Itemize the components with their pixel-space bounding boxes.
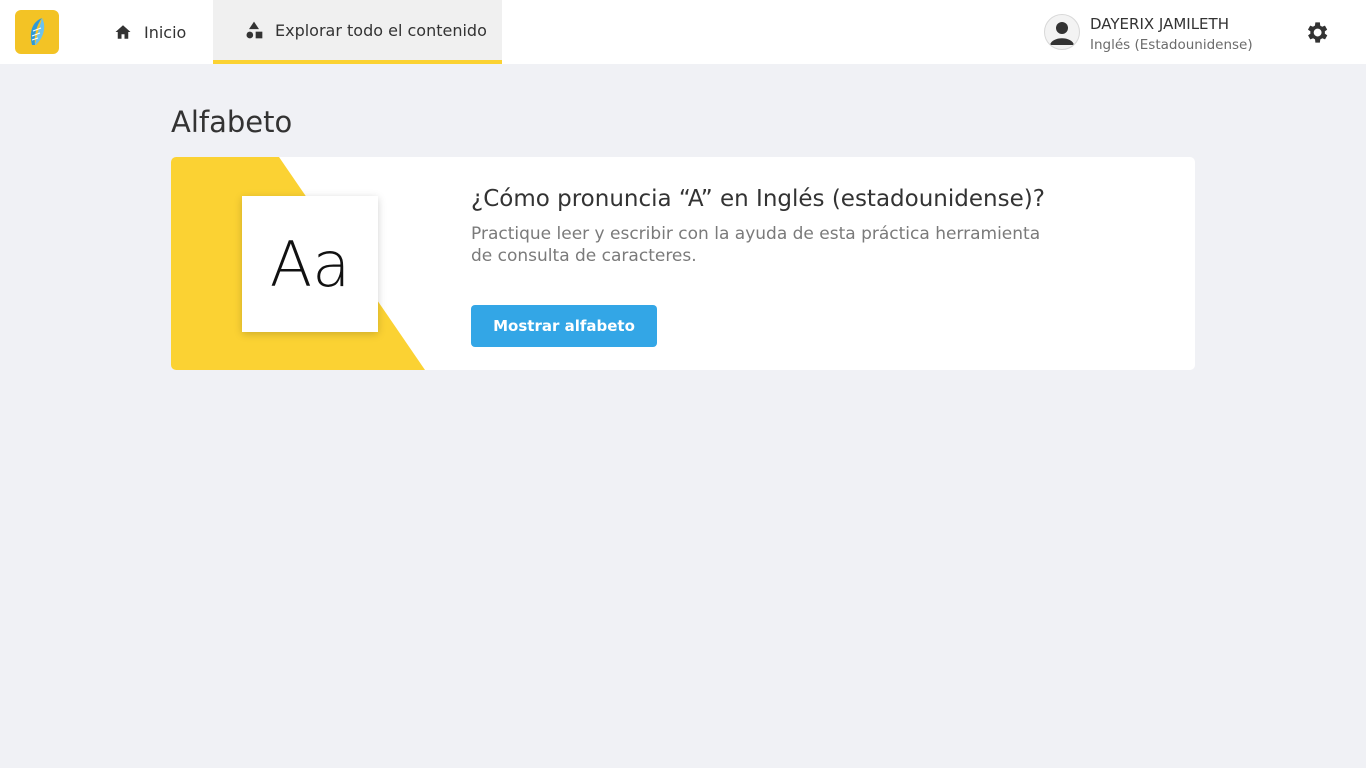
nav-item-inicio[interactable]: Inicio bbox=[95, 0, 213, 64]
feather-logo-icon bbox=[30, 18, 45, 45]
user-icon bbox=[1050, 22, 1074, 45]
app-logo[interactable] bbox=[15, 10, 59, 54]
alphabet-card: Aa ¿Cómo pronuncia “A” en Inglés (estado… bbox=[171, 157, 1195, 370]
settings-gear-icon[interactable] bbox=[1303, 19, 1330, 46]
page-title: Alfabeto bbox=[171, 105, 293, 139]
user-language[interactable]: Inglés (Estadounidense) bbox=[1090, 37, 1253, 53]
user-name[interactable]: DAYERIX JAMILETH bbox=[1090, 15, 1229, 33]
nav-item-label: Explorar todo el contenido bbox=[275, 20, 487, 40]
show-alphabet-button[interactable]: Mostrar alfabeto bbox=[471, 305, 657, 347]
home-icon bbox=[113, 22, 133, 42]
user-avatar[interactable] bbox=[1044, 14, 1080, 50]
card-description: Practique leer y escribir con la ayuda d… bbox=[471, 224, 1041, 266]
top-navigation-bar: Inicio Explorar todo el contenido DAYERI… bbox=[0, 0, 1366, 64]
nav-item-explorar[interactable]: Explorar todo el contenido bbox=[213, 0, 502, 64]
character-tile: Aa bbox=[242, 196, 378, 332]
shapes-icon bbox=[244, 20, 264, 40]
card-heading: ¿Cómo pronuncia “A” en Inglés (estadouni… bbox=[471, 186, 1045, 212]
nav-item-label: Inicio bbox=[144, 22, 187, 42]
